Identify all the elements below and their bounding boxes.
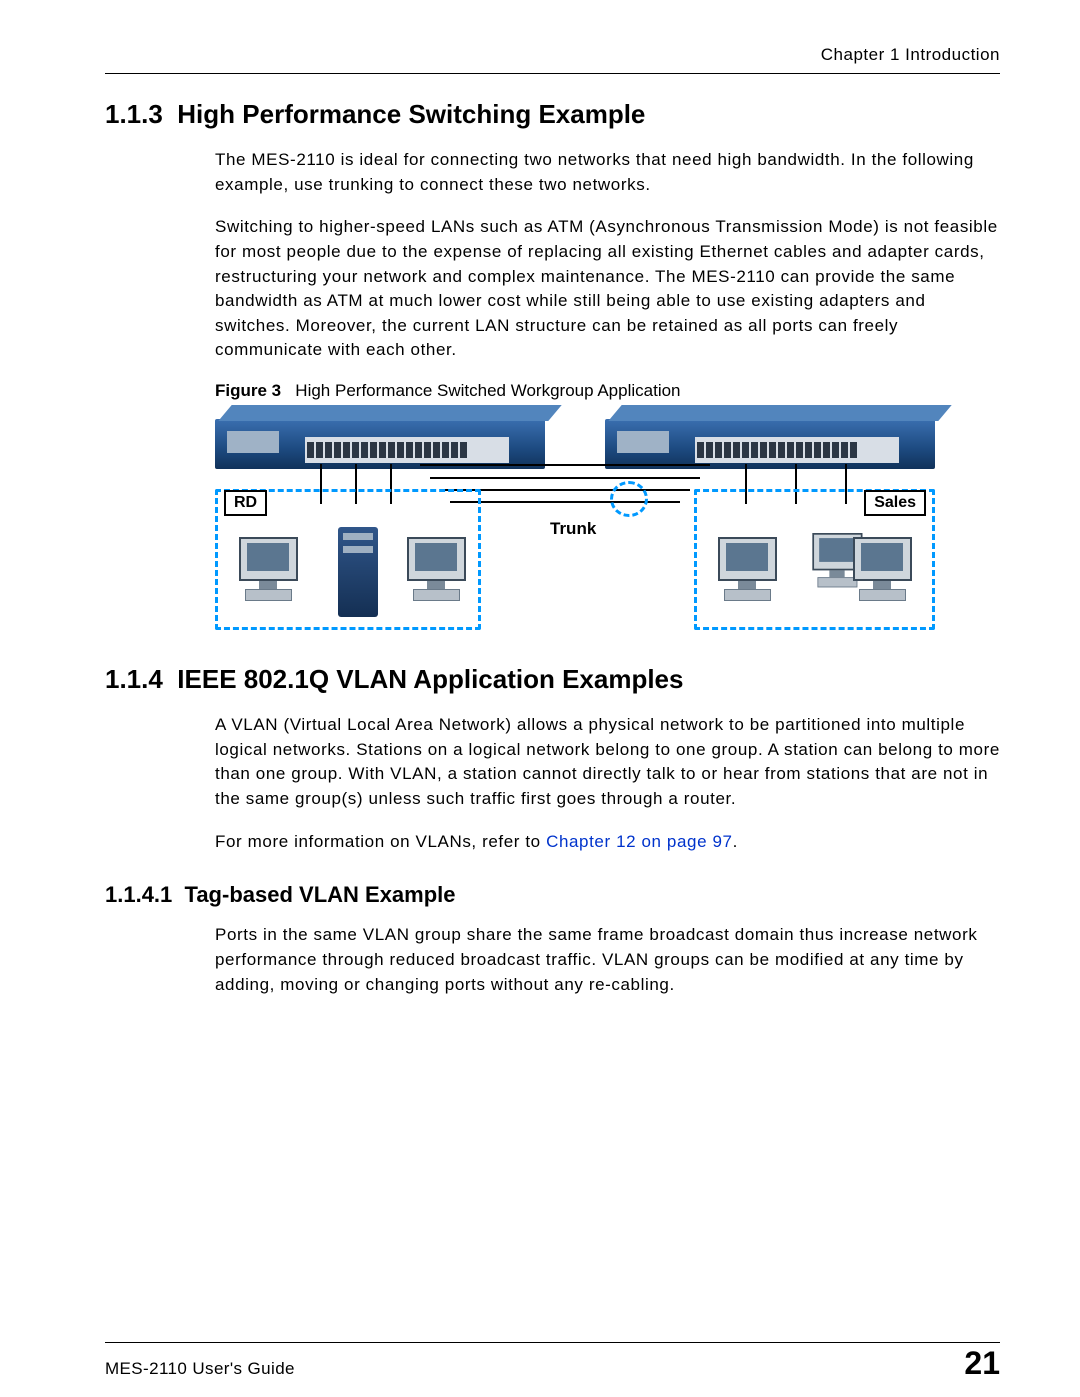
section-1141-title: Tag-based VLAN Example bbox=[185, 882, 456, 907]
figure3-label: Figure 3 bbox=[215, 381, 281, 400]
section-113-heading: 1.1.3 High Performance Switching Example bbox=[105, 99, 1000, 130]
pc-icon bbox=[396, 537, 476, 617]
section-114-p1: A VLAN (Virtual Local Area Network) allo… bbox=[215, 713, 1000, 812]
figure3-caption: Figure 3 High Performance Switched Workg… bbox=[215, 381, 1000, 401]
figure3-text: High Performance Switched Workgroup Appl… bbox=[295, 381, 680, 400]
footer: MES-2110 User's Guide 21 bbox=[105, 1342, 1000, 1379]
section-114-heading: 1.1.4 IEEE 802.1Q VLAN Application Examp… bbox=[105, 664, 1000, 695]
server-tower-icon bbox=[338, 527, 378, 617]
trunk-label: Trunk bbox=[550, 519, 596, 539]
sales-label: Sales bbox=[864, 490, 926, 516]
pc-icon bbox=[707, 537, 787, 617]
section-1141-heading: 1.1.4.1 Tag-based VLAN Example bbox=[105, 882, 1000, 908]
switch-left-icon bbox=[215, 419, 545, 469]
trunk-ring-icon bbox=[610, 481, 648, 517]
section-113-p2: Switching to higher-speed LANs such as A… bbox=[215, 215, 1000, 363]
section-113-title: High Performance Switching Example bbox=[177, 99, 645, 129]
section-114-number: 1.1.4 bbox=[105, 664, 163, 694]
figure3-diagram: Trunk RD Sales bbox=[215, 409, 935, 639]
section-114-p2: For more information on VLANs, refer to … bbox=[215, 830, 1000, 855]
rd-label: RD bbox=[224, 490, 267, 516]
section-113-number: 1.1.3 bbox=[105, 99, 163, 129]
footer-guide: MES-2110 User's Guide bbox=[105, 1359, 295, 1379]
header-rule bbox=[105, 73, 1000, 74]
rd-group-icon: RD bbox=[215, 489, 481, 630]
chapter12-link[interactable]: Chapter 12 on page 97 bbox=[546, 832, 733, 851]
pc-icon bbox=[228, 537, 308, 617]
pc-icon bbox=[842, 537, 922, 617]
section-114-title: IEEE 802.1Q VLAN Application Examples bbox=[177, 664, 683, 694]
page-number: 21 bbox=[964, 1347, 1000, 1379]
section-1141-p1: Ports in the same VLAN group share the s… bbox=[215, 923, 1000, 997]
header-chapter: Chapter 1 Introduction bbox=[105, 45, 1000, 65]
switch-right-icon bbox=[605, 419, 935, 469]
section-114-p2-suffix: . bbox=[733, 832, 738, 851]
section-113-p1: The MES-2110 is ideal for connecting two… bbox=[215, 148, 1000, 197]
section-1141-number: 1.1.4.1 bbox=[105, 882, 172, 907]
section-114-p2-prefix: For more information on VLANs, refer to bbox=[215, 832, 546, 851]
sales-group-icon: Sales bbox=[694, 489, 935, 630]
